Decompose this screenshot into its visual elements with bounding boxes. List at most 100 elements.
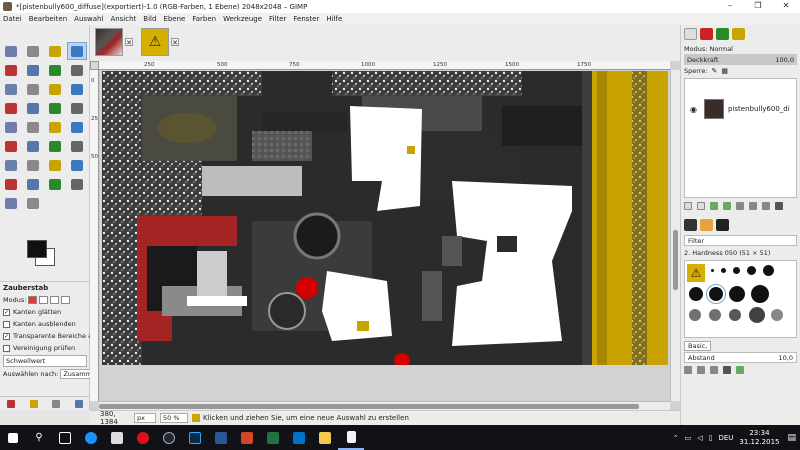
eye-icon[interactable]: ◉ <box>690 105 700 114</box>
minimize-button[interactable]: – <box>716 0 744 13</box>
tool-smudge[interactable] <box>68 176 86 192</box>
tool-ellipse-select[interactable] <box>24 43 42 59</box>
brushes-tab-icon[interactable] <box>684 219 697 231</box>
tool-fuzzy-select[interactable] <box>67 42 87 60</box>
antialias-row[interactable]: ✓ Kanten glätten <box>0 306 90 318</box>
image-tab-warning-sign[interactable]: ⚠ <box>141 28 169 56</box>
tool-airbrush[interactable] <box>46 157 64 173</box>
spacing-slider[interactable]: Abstand 10,0 <box>684 352 797 363</box>
tool-ink[interactable] <box>68 157 86 173</box>
image-canvas[interactable] <box>102 71 668 365</box>
vertical-scrollbar[interactable] <box>670 70 680 401</box>
maximize-button[interactable]: ❐ <box>744 0 772 13</box>
refresh-brushes-icon[interactable] <box>736 366 744 374</box>
brush-filter-input[interactable]: Filter <box>684 235 797 246</box>
gimp-taskbar-button[interactable] <box>338 425 364 450</box>
lock-alpha-icon[interactable]: ▦ <box>721 67 728 75</box>
menu-bild[interactable]: Bild <box>143 15 156 23</box>
delete-brush-icon[interactable] <box>723 366 731 374</box>
layer-mode-row[interactable]: Modus: Normal <box>681 43 800 54</box>
start-button[interactable] <box>0 425 26 450</box>
volume-icon[interactable]: ◁ <box>697 434 702 442</box>
tool-clone[interactable] <box>2 176 20 192</box>
notifications-icon[interactable]: ▤ <box>787 433 796 443</box>
excel-button[interactable] <box>260 425 286 450</box>
new-layer-icon[interactable] <box>684 202 692 210</box>
tab-close-icon[interactable]: ✕ <box>125 38 133 47</box>
horizontal-ruler[interactable]: 250 500 750 1000 1250 1500 1750 <box>99 61 670 70</box>
language-indicator[interactable]: DEU <box>718 434 733 442</box>
tool-pencil[interactable] <box>68 138 86 154</box>
mode-add-button[interactable] <box>39 296 49 304</box>
menu-ebene[interactable]: Ebene <box>163 15 185 23</box>
undo-tab-icon[interactable] <box>732 28 745 40</box>
menu-datei[interactable]: Datei <box>3 15 22 23</box>
tool-blend[interactable] <box>46 138 64 154</box>
horizontal-scrollbar[interactable] <box>99 401 670 410</box>
tool-heal[interactable] <box>24 176 42 192</box>
image-tab-pistenbully[interactable] <box>95 28 123 56</box>
new-brush-icon[interactable] <box>697 366 705 374</box>
delete-options-icon[interactable] <box>52 399 61 408</box>
tool-shear[interactable] <box>2 119 20 135</box>
tool-foreground-select[interactable] <box>46 62 64 78</box>
delete-layer-icon[interactable] <box>775 202 783 210</box>
foreground-color[interactable] <box>27 240 47 258</box>
tool-measure[interactable] <box>46 81 64 97</box>
transparent-row[interactable]: ✓ Transparente Bereiche ausw <box>0 330 90 342</box>
tool-flip[interactable] <box>46 119 64 135</box>
tray-chevron-icon[interactable]: ⌃ <box>673 434 679 442</box>
restore-options-icon[interactable] <box>29 399 38 408</box>
vertical-scroll-thumb[interactable] <box>673 230 678 290</box>
word-button[interactable] <box>208 425 234 450</box>
search-button[interactable]: ⚲ <box>26 425 52 450</box>
menu-filter[interactable]: Filter <box>269 15 286 23</box>
channels-tab-icon[interactable] <box>700 28 713 40</box>
menu-werkzeuge[interactable]: Werkzeuge <box>223 15 262 23</box>
task-view-button[interactable] <box>52 425 78 450</box>
antialias-checkbox[interactable]: ✓ <box>3 308 10 316</box>
zoom-dropdown[interactable]: 50 % <box>160 413 188 423</box>
tool-bucket-fill[interactable] <box>24 138 42 154</box>
reset-options-icon[interactable] <box>74 399 83 408</box>
battery-icon[interactable]: ▯ <box>709 434 713 442</box>
duplicate-layer-icon[interactable] <box>736 202 744 210</box>
tool-color-picker[interactable] <box>2 81 20 97</box>
sample-merged-checkbox[interactable] <box>3 344 10 352</box>
network-icon[interactable]: ▭ <box>685 434 692 442</box>
feather-row[interactable]: Kanten ausblenden <box>0 318 90 330</box>
brush-preset-row[interactable]: Basic, <box>681 340 800 351</box>
tool-eraser[interactable] <box>24 157 42 173</box>
layers-tab-icon[interactable] <box>684 28 697 40</box>
store-button[interactable] <box>104 425 130 450</box>
lower-layer-icon[interactable] <box>723 202 731 210</box>
opacity-slider[interactable]: Deckkraft 100,0 <box>684 54 797 65</box>
steam-button[interactable] <box>156 425 182 450</box>
raise-layer-icon[interactable] <box>710 202 718 210</box>
tool-scale[interactable] <box>68 100 86 116</box>
opera-button[interactable] <box>130 425 156 450</box>
menu-fenster[interactable]: Fenster <box>293 15 319 23</box>
menu-hilfe[interactable]: Hilfe <box>326 15 342 23</box>
photoshop-button[interactable] <box>182 425 208 450</box>
edit-brush-icon[interactable] <box>684 366 692 374</box>
sample-merged-row[interactable]: Vereinigung prüfen <box>0 342 90 354</box>
ruler-corner-button[interactable] <box>90 61 99 70</box>
tool-align[interactable] <box>2 100 20 116</box>
tool-move[interactable] <box>68 81 86 97</box>
powerpoint-button[interactable] <box>234 425 260 450</box>
tool-perspective[interactable] <box>24 119 42 135</box>
tool-free-select[interactable] <box>46 43 64 59</box>
tool-paintbrush[interactable] <box>2 157 20 173</box>
horizontal-scroll-thumb[interactable] <box>99 404 639 409</box>
tool-rotate[interactable] <box>46 100 64 116</box>
duplicate-brush-icon[interactable] <box>710 366 718 374</box>
tool-zoom[interactable] <box>24 81 42 97</box>
transparent-checkbox[interactable]: ✓ <box>3 332 10 340</box>
close-button[interactable]: ✕ <box>772 0 800 13</box>
warning-brush-icon[interactable]: ⚠ <box>687 264 705 282</box>
tool-scissors-select[interactable] <box>24 62 42 78</box>
patterns-tab-icon[interactable] <box>700 219 713 231</box>
tool-crop[interactable] <box>24 100 42 116</box>
brush-grid[interactable]: ⚠ <box>684 260 797 338</box>
